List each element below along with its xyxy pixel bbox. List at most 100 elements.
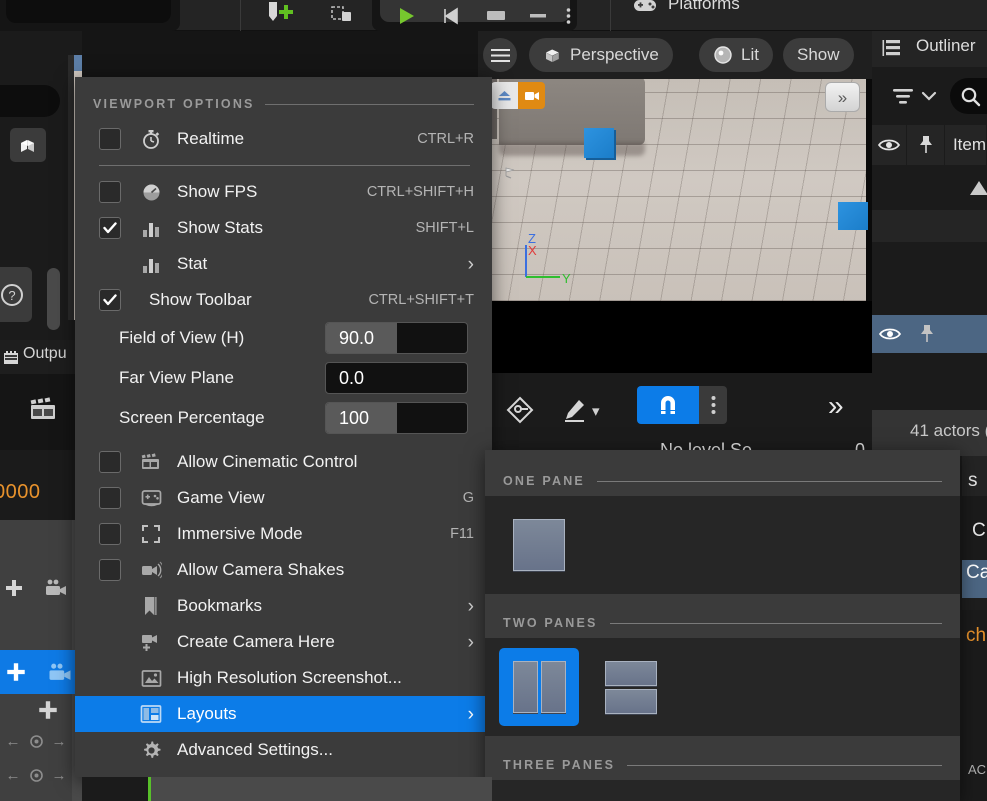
- field-of-view-input[interactable]: 90.0: [325, 322, 468, 354]
- checkbox-allow-camera-shakes[interactable]: [99, 559, 121, 581]
- menu-item-stat[interactable]: Stat ›: [75, 246, 492, 282]
- checkbox-show-stats[interactable]: [99, 217, 121, 239]
- layout-option-three-top[interactable]: [683, 790, 763, 801]
- pin-icon[interactable]: [907, 125, 945, 165]
- outliner-row[interactable]: [872, 210, 987, 242]
- layout-option-two-panes-horizontal[interactable]: [591, 648, 671, 726]
- layout-option-two-panes-vertical[interactable]: [499, 648, 579, 726]
- field-field-of-view[interactable]: Field of View (H) 90.0: [75, 318, 492, 358]
- outliner-title: Outliner: [916, 36, 976, 55]
- double-chevron-right-icon[interactable]: »: [828, 392, 844, 420]
- camera-icon[interactable]: [46, 662, 74, 683]
- menu-item-immersive-mode[interactable]: Immersive Mode F11: [75, 516, 492, 552]
- prev-key-icon[interactable]: ←: [6, 733, 21, 750]
- help-button[interactable]: ?: [0, 267, 32, 322]
- add-key-icon[interactable]: [29, 768, 44, 783]
- menu-item-layouts[interactable]: Layouts ›: [75, 696, 492, 732]
- next-key-icon[interactable]: →: [52, 733, 67, 750]
- menu-item-high-resolution-screenshot[interactable]: High Resolution Screenshot...: [75, 660, 492, 696]
- layout-option-one-pane[interactable]: [499, 506, 579, 584]
- toolbar-save-pill[interactable]: [6, 0, 171, 23]
- image-icon: [137, 667, 165, 689]
- menu-item-shortcut: SHIFT+L: [415, 220, 474, 236]
- far-view-plane-input[interactable]: 0.0: [325, 362, 468, 394]
- viewport-menu-button[interactable]: [483, 38, 517, 72]
- viewport-expand-button[interactable]: »: [825, 82, 860, 112]
- play-button[interactable]: [386, 0, 426, 31]
- menu-item-label: Stat: [177, 254, 208, 273]
- layout-option-three-bottom[interactable]: [775, 790, 855, 801]
- next-key-icon[interactable]: →: [52, 767, 67, 784]
- skip-button[interactable]: [432, 0, 472, 31]
- camera-mode-button[interactable]: Perspective: [529, 38, 673, 72]
- checkbox-game-view[interactable]: [99, 487, 121, 509]
- menu-item-show-stats[interactable]: Show Stats SHIFT+L: [75, 210, 492, 246]
- layout-option-three-right[interactable]: [591, 790, 671, 801]
- menu-item-allow-camera-shakes[interactable]: Allow Camera Shakes: [75, 552, 492, 588]
- layout-option-three-left[interactable]: [499, 790, 579, 801]
- menu-item-create-camera-here[interactable]: Create Camera Here ›: [75, 624, 492, 660]
- outliner-row-selected[interactable]: [872, 315, 987, 353]
- menu-item-label: Realtime: [177, 129, 245, 148]
- cube-icon-button[interactable]: [10, 128, 46, 162]
- details-text-fragment: C: [972, 520, 986, 541]
- eject-button[interactable]: [518, 0, 558, 31]
- pivot-icon-button[interactable]: [505, 395, 535, 425]
- select-mode-icon[interactable]: [491, 82, 518, 109]
- add-key-icon[interactable]: [29, 734, 44, 749]
- menu-item-game-view[interactable]: Game View G: [75, 480, 492, 516]
- track-row[interactable]: [0, 694, 72, 726]
- checkbox-realtime[interactable]: [99, 128, 121, 150]
- prev-key-icon[interactable]: ←: [6, 767, 21, 784]
- keyframe-nav-row[interactable]: ← →: [0, 760, 72, 790]
- left-toolbar-pill[interactable]: [0, 85, 60, 117]
- filter-icon[interactable]: [890, 85, 916, 107]
- layout-icon: [137, 703, 165, 725]
- camera-preview-icon[interactable]: [518, 82, 545, 109]
- search-input[interactable]: [950, 78, 987, 114]
- menu-item-realtime[interactable]: Realtime CTRL+R: [75, 121, 492, 157]
- menu-item-show-fps[interactable]: Show FPS CTRL+SHIFT+H: [75, 174, 492, 210]
- brush-icon-button[interactable]: [560, 396, 588, 424]
- show-menu-button[interactable]: Show: [783, 38, 854, 72]
- add-content-button[interactable]: [255, 0, 301, 31]
- menu-item-allow-cinematic-control[interactable]: Allow Cinematic Control: [75, 444, 492, 480]
- viewport-3d-scene[interactable]: » Z X Y: [453, 77, 868, 301]
- menu-item-label: Game View: [177, 488, 265, 507]
- keyframe-nav-row[interactable]: ← →: [0, 726, 72, 756]
- platforms-button[interactable]: Platforms: [630, 0, 740, 19]
- checkbox-show-fps[interactable]: [99, 181, 121, 203]
- plus-icon[interactable]: [3, 577, 25, 599]
- field-screen-percentage[interactable]: Screen Percentage 100: [75, 398, 492, 438]
- more-options-icon[interactable]: [556, 0, 580, 31]
- menu-item-advanced-settings[interactable]: Advanced Settings...: [75, 732, 492, 768]
- pin-icon[interactable]: [908, 323, 946, 345]
- chevron-down-icon[interactable]: [920, 88, 938, 104]
- stop-button[interactable]: [476, 0, 516, 31]
- snap-toggle-button[interactable]: [637, 386, 699, 424]
- blueprint-button[interactable]: [320, 0, 366, 31]
- checkbox-immersive-mode[interactable]: [99, 523, 121, 545]
- track-row-selected[interactable]: [0, 650, 78, 694]
- chevron-down-icon[interactable]: ▾: [592, 402, 600, 420]
- menu-item-bookmarks[interactable]: Bookmarks ›: [75, 588, 492, 624]
- snap-options-button[interactable]: [699, 386, 727, 424]
- checkbox-show-toolbar[interactable]: [99, 289, 121, 311]
- plus-icon[interactable]: [36, 698, 60, 722]
- camera-icon[interactable]: [43, 578, 69, 598]
- field-far-view-plane[interactable]: Far View Plane 0.0: [75, 358, 492, 398]
- checkbox-allow-cinematic-control[interactable]: [99, 451, 121, 473]
- visibility-eye-icon[interactable]: [872, 125, 908, 165]
- chevron-right-icon: ›: [467, 595, 474, 617]
- view-mode-button[interactable]: Lit: [699, 38, 773, 72]
- visibility-eye-icon[interactable]: [872, 327, 908, 341]
- expand-icon: [137, 523, 165, 545]
- menu-item-show-toolbar[interactable]: Show Toolbar CTRL+SHIFT+T: [75, 282, 492, 318]
- svg-text:?: ?: [8, 288, 15, 303]
- field-value: 0.0: [339, 367, 365, 388]
- viewport-overlay-toolbar[interactable]: [491, 82, 545, 109]
- screen-percentage-input[interactable]: 100: [325, 402, 468, 434]
- plus-icon[interactable]: [4, 660, 28, 684]
- track-row[interactable]: [0, 560, 72, 616]
- left-panel-scrollbar[interactable]: [47, 268, 60, 330]
